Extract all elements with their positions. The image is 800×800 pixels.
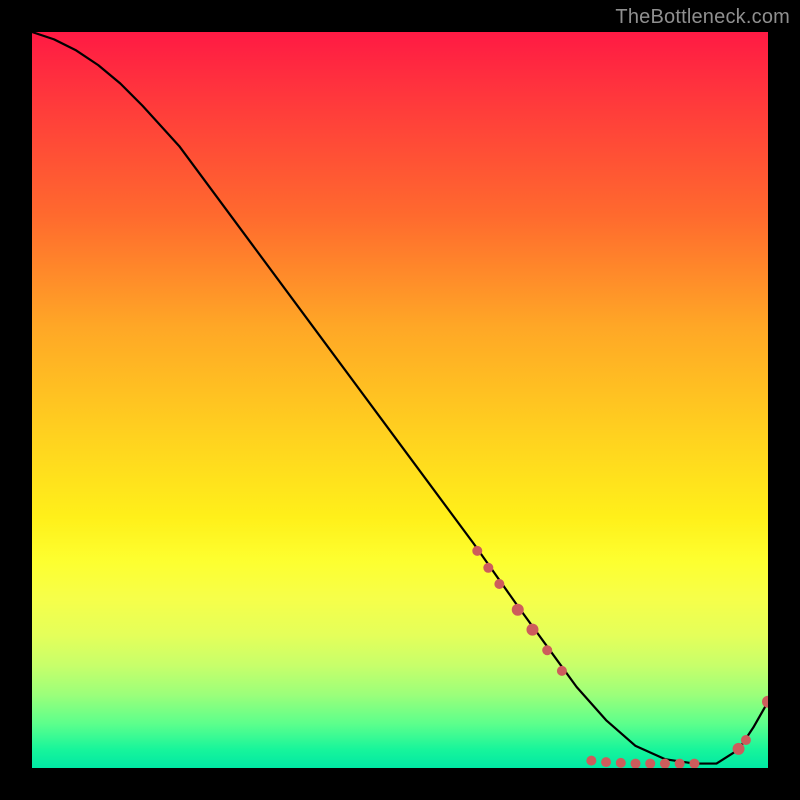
chart-stage: TheBottleneck.com xyxy=(0,0,800,800)
data-marker xyxy=(631,759,641,768)
data-marker xyxy=(601,757,611,767)
data-marker xyxy=(616,758,626,768)
data-marker xyxy=(494,579,504,589)
data-marker xyxy=(689,759,699,768)
data-marker xyxy=(733,743,745,755)
data-marker xyxy=(526,624,538,636)
plot-area xyxy=(32,32,768,768)
data-marker xyxy=(483,563,493,573)
data-marker xyxy=(512,604,524,616)
data-marker xyxy=(645,759,655,768)
data-marker xyxy=(557,666,567,676)
watermark-text: TheBottleneck.com xyxy=(615,6,790,29)
bottleneck-curve xyxy=(32,32,768,764)
chart-svg xyxy=(32,32,768,768)
data-marker xyxy=(472,546,482,556)
data-marker xyxy=(542,645,552,655)
data-marker xyxy=(586,756,596,766)
data-marker xyxy=(741,735,751,745)
data-marker xyxy=(762,696,768,708)
